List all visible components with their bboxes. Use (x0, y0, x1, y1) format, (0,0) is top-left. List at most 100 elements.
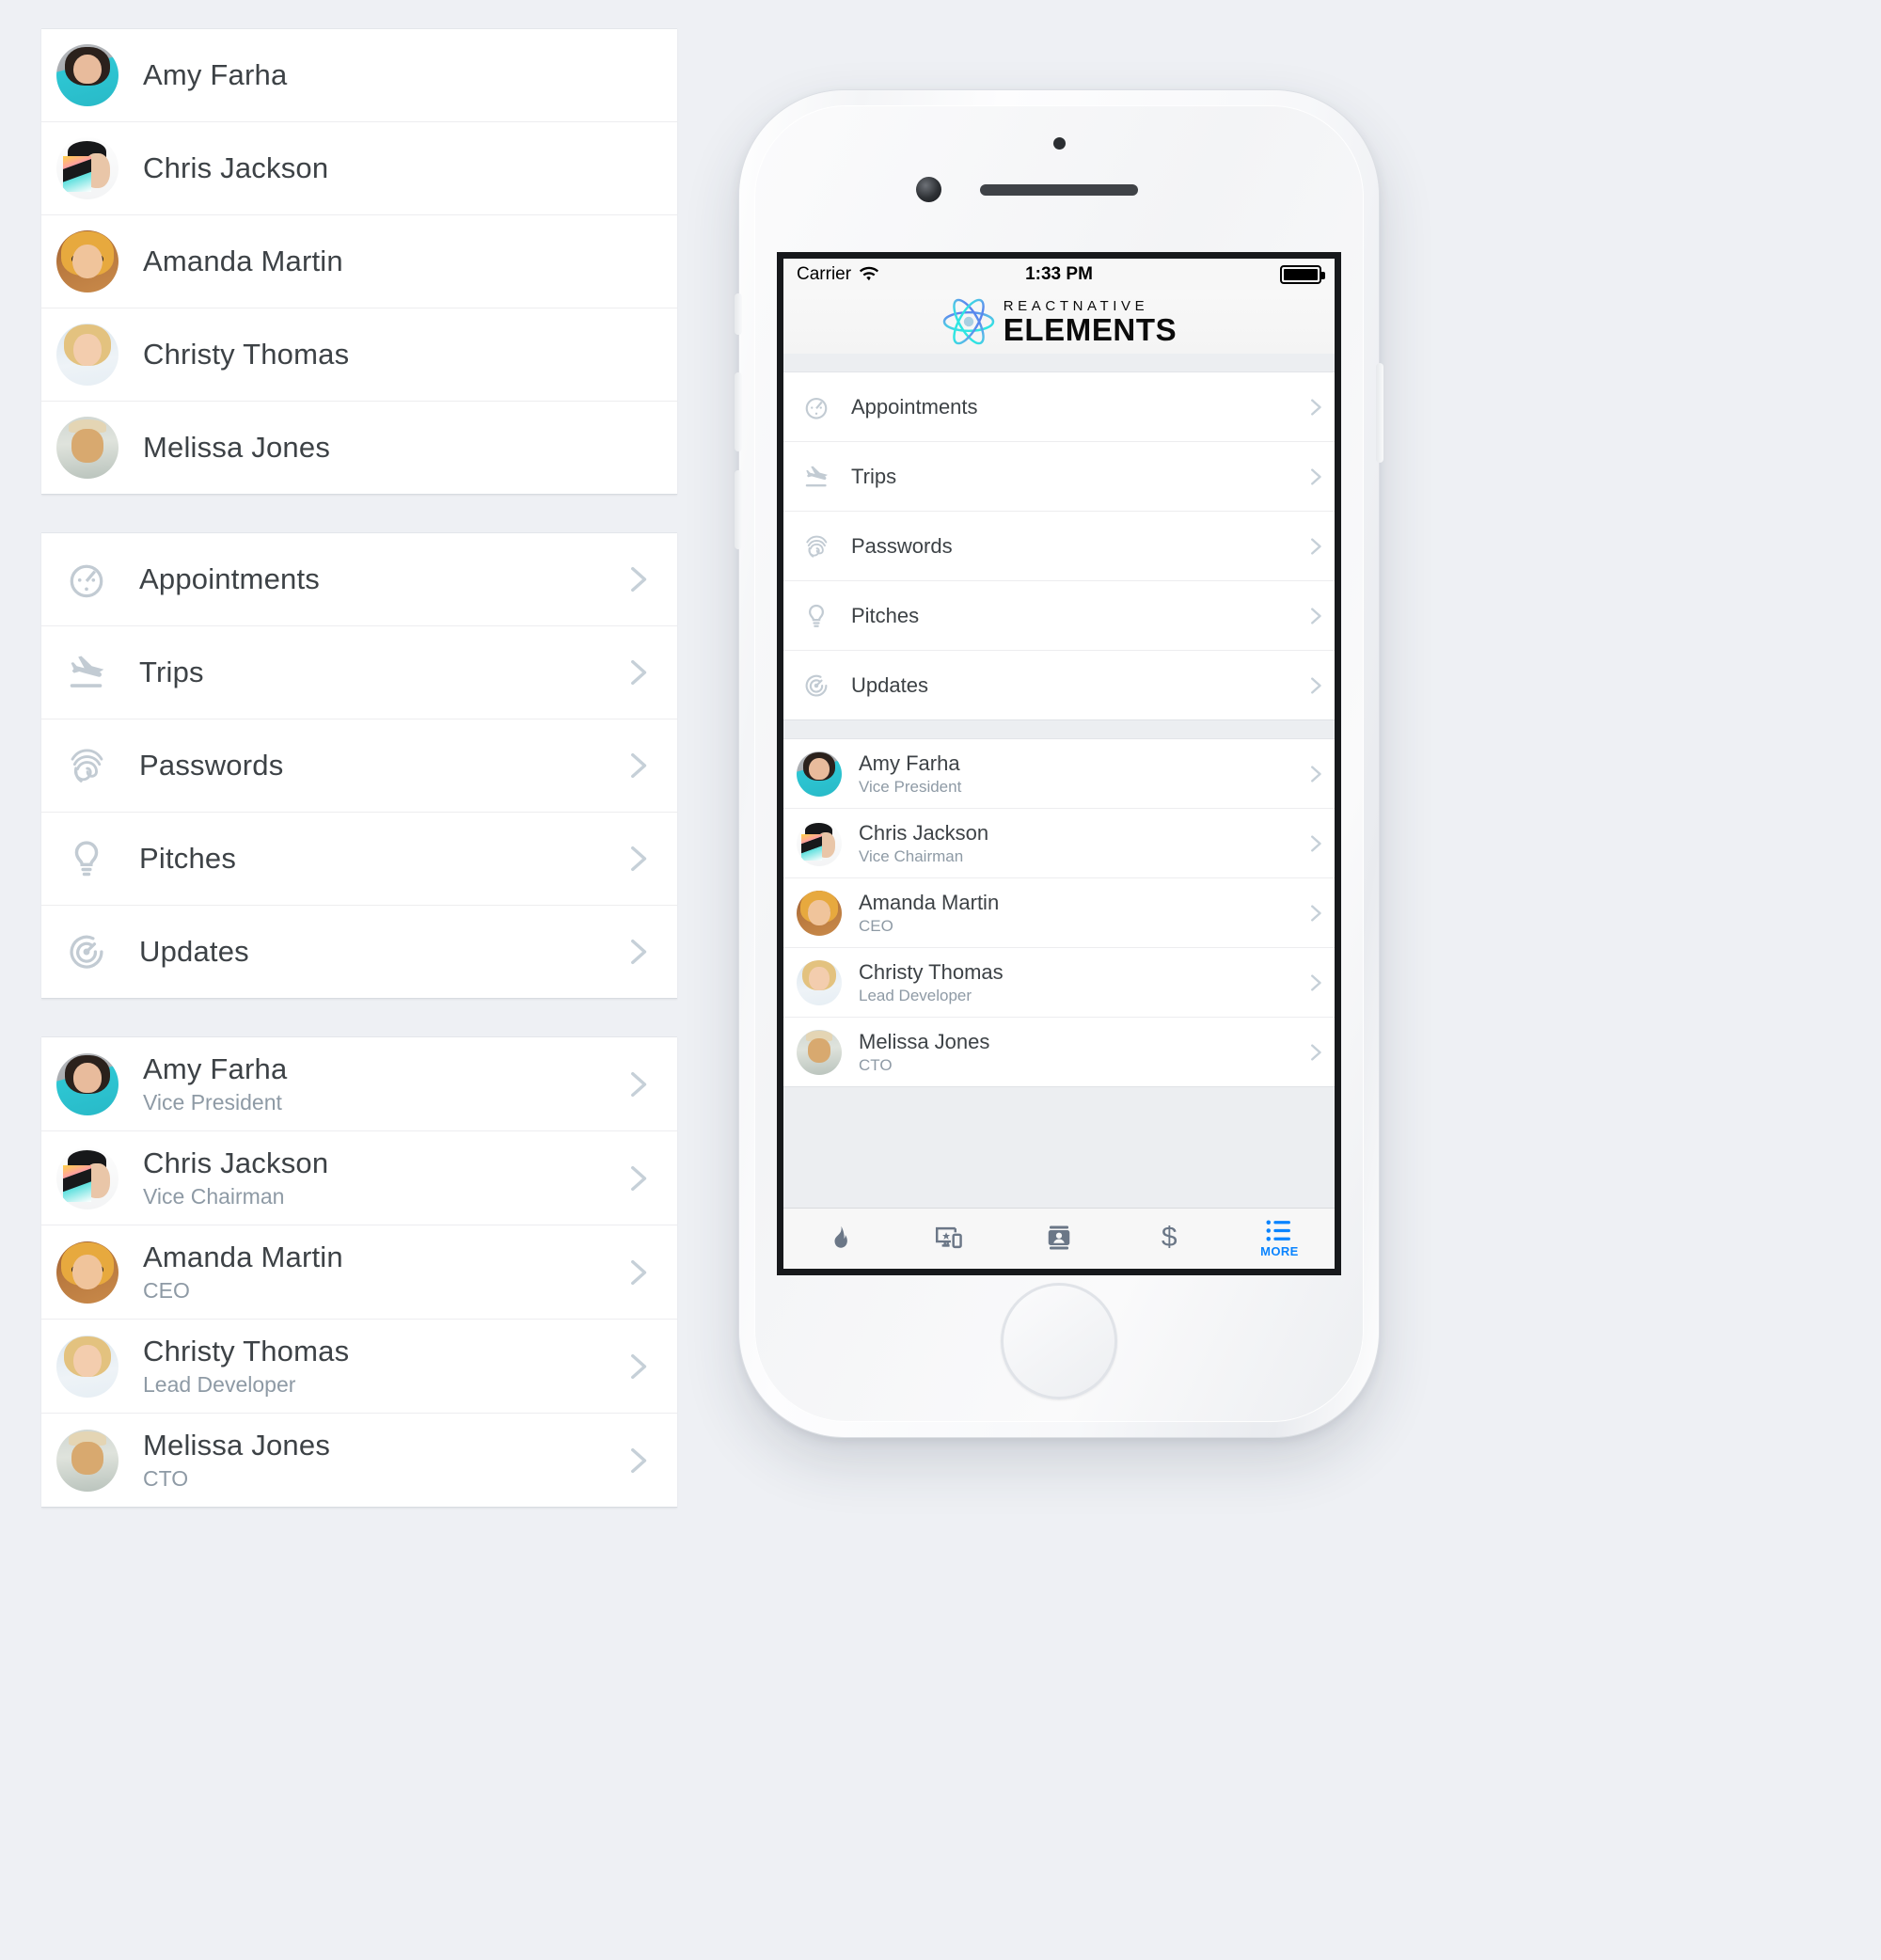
list-item-title: Christy Thomas (859, 959, 1004, 984)
volume-up-button[interactable] (735, 372, 742, 451)
menu-item-updates[interactable]: Updates (41, 906, 677, 998)
avatar (56, 230, 119, 292)
chevron-right-icon (621, 743, 653, 788)
menu-item-appointments[interactable]: Appointments (783, 372, 1335, 442)
menu-item-pitches[interactable]: Pitches (783, 581, 1335, 651)
avatar (797, 890, 842, 936)
avatar (56, 44, 119, 106)
menu-item-label: Pitches (139, 842, 237, 876)
list-item-title: Amanda Martin (143, 1241, 343, 1274)
list-item[interactable]: Christy Thomas (41, 308, 677, 402)
menu-item-label: Appointments (139, 562, 320, 596)
chevron-right-icon (621, 1062, 653, 1107)
list-item[interactable]: Melissa Jones (41, 402, 677, 494)
volume-down-button[interactable] (735, 470, 742, 549)
dollar-icon: $ (1161, 1222, 1178, 1253)
list-item[interactable]: Christy Thomas Lead Developer (41, 1320, 677, 1414)
screen-content[interactable]: Appointments Trips Passwords Pitches Upd… (783, 354, 1335, 1208)
avatar (797, 751, 842, 797)
wifi-icon (859, 266, 879, 282)
menu-item-text: Pitches (851, 604, 1304, 627)
menu-item-passwords[interactable]: Passwords (41, 719, 677, 813)
list-item[interactable]: Amanda Martin CEO (783, 878, 1335, 948)
status-bar: Carrier 1:33 PM (783, 259, 1335, 290)
menu-item-label: Trips (851, 464, 897, 488)
list-item-title: Chris Jackson (143, 1146, 329, 1180)
menu-item-label: Passwords (139, 749, 284, 782)
left-preview-panel: Amy Farha Chris Jackson Amanda Martin Ch… (41, 28, 677, 1545)
list-item[interactable]: Chris Jackson Vice Chairman (41, 1131, 677, 1225)
avatar (56, 1335, 119, 1398)
power-button[interactable] (1376, 363, 1383, 463)
chevron-right-icon (1304, 397, 1325, 418)
list-item-text: Amy Farha Vice President (859, 751, 1304, 797)
phone-screen: Carrier 1:33 PM REACTNATIVE ELEMENTS App… (777, 252, 1341, 1275)
list-item-text: Amanda Martin (143, 245, 664, 278)
iphone-mockup: Carrier 1:33 PM REACTNATIVE ELEMENTS App… (735, 90, 1383, 1437)
list-item[interactable]: Melissa Jones CTO (41, 1414, 677, 1507)
list-item[interactable]: Amy Farha Vice President (41, 1037, 677, 1131)
list-item[interactable]: Chris Jackson Vice Chairman (783, 809, 1335, 878)
app-header: REACTNATIVE ELEMENTS (783, 290, 1335, 354)
list-item-title: Melissa Jones (143, 431, 331, 465)
proximity-sensor (1053, 137, 1066, 150)
list-item-subtitle: Lead Developer (143, 1372, 296, 1398)
list-item-subtitle: CTO (143, 1466, 189, 1492)
list-item-title: Amy Farha (143, 1052, 288, 1086)
list-item-title: Amanda Martin (859, 890, 1000, 914)
stopwatch-icon (56, 549, 117, 609)
menu-item-label: Updates (851, 672, 928, 697)
app-logo-text: REACTNATIVE ELEMENTS (1004, 299, 1177, 345)
menu-item-trips[interactable]: Trips (41, 626, 677, 719)
list-item-subtitle: Vice Chairman (143, 1184, 285, 1209)
menu-item-appointments[interactable]: Appointments (41, 533, 677, 626)
menu-item-label: Pitches (851, 603, 920, 627)
list-item[interactable]: Chris Jackson (41, 122, 677, 215)
tab-contacts[interactable] (1004, 1224, 1114, 1254)
tab-dollar[interactable]: $ (1114, 1224, 1225, 1254)
list-item[interactable]: Amy Farha (41, 29, 677, 122)
list-item-title: Christy Thomas (143, 338, 350, 371)
menu-item-text: Trips (851, 465, 1304, 488)
list-item[interactable]: Christy Thomas Lead Developer (783, 948, 1335, 1018)
lightbulb-icon (56, 829, 117, 889)
list-item-text: Amanda Martin CEO (859, 891, 1304, 936)
menu-item-passwords[interactable]: Passwords (783, 512, 1335, 581)
tab-cast-device[interactable] (893, 1225, 1004, 1253)
list-item-text: Melissa Jones CTO (143, 1429, 621, 1491)
tab-flame[interactable] (783, 1224, 893, 1254)
list-item[interactable]: Melissa Jones CTO (783, 1018, 1335, 1086)
list-item-title: Amy Farha (143, 58, 288, 92)
list-item-title: Chris Jackson (859, 820, 989, 845)
menu-item-trips[interactable]: Trips (783, 442, 1335, 512)
status-bar-left: Carrier (797, 264, 879, 285)
list-item-text: Amanda Martin CEO (143, 1241, 621, 1303)
list-item[interactable]: Amanda Martin CEO (41, 1225, 677, 1320)
lightbulb-icon (797, 596, 836, 636)
menu-item-updates[interactable]: Updates (783, 651, 1335, 719)
menu-card: Appointments Trips Passwords Pitches Upd… (41, 532, 677, 999)
home-button[interactable] (1001, 1283, 1117, 1399)
list-icon (1265, 1219, 1293, 1242)
menu-item-pitches[interactable]: Pitches (41, 813, 677, 906)
phone-menu-card: Appointments Trips Passwords Pitches Upd… (783, 371, 1335, 720)
carrier-label: Carrier (797, 263, 852, 284)
list-item-title: Amanda Martin (143, 245, 343, 278)
chevron-right-icon (621, 929, 653, 974)
avatar (797, 820, 842, 866)
chevron-right-icon (1304, 466, 1325, 487)
tab-more[interactable]: MORE (1225, 1219, 1335, 1258)
avatar (56, 1146, 119, 1209)
menu-item-text: Pitches (139, 842, 621, 876)
list-item[interactable]: Amanda Martin (41, 215, 677, 308)
list-item-subtitle: Vice President (143, 1090, 282, 1115)
earpiece-speaker (980, 184, 1138, 196)
list-item[interactable]: Amy Farha Vice President (783, 739, 1335, 809)
mute-switch[interactable] (735, 293, 742, 335)
menu-item-text: Appointments (851, 395, 1304, 419)
list-item-text: Amy Farha Vice President (143, 1052, 621, 1114)
chevron-right-icon (621, 1250, 653, 1295)
list-item-text: Chris Jackson Vice Chairman (143, 1146, 621, 1209)
list-item-text: Melissa Jones (143, 431, 664, 465)
chevron-right-icon (1304, 764, 1325, 784)
